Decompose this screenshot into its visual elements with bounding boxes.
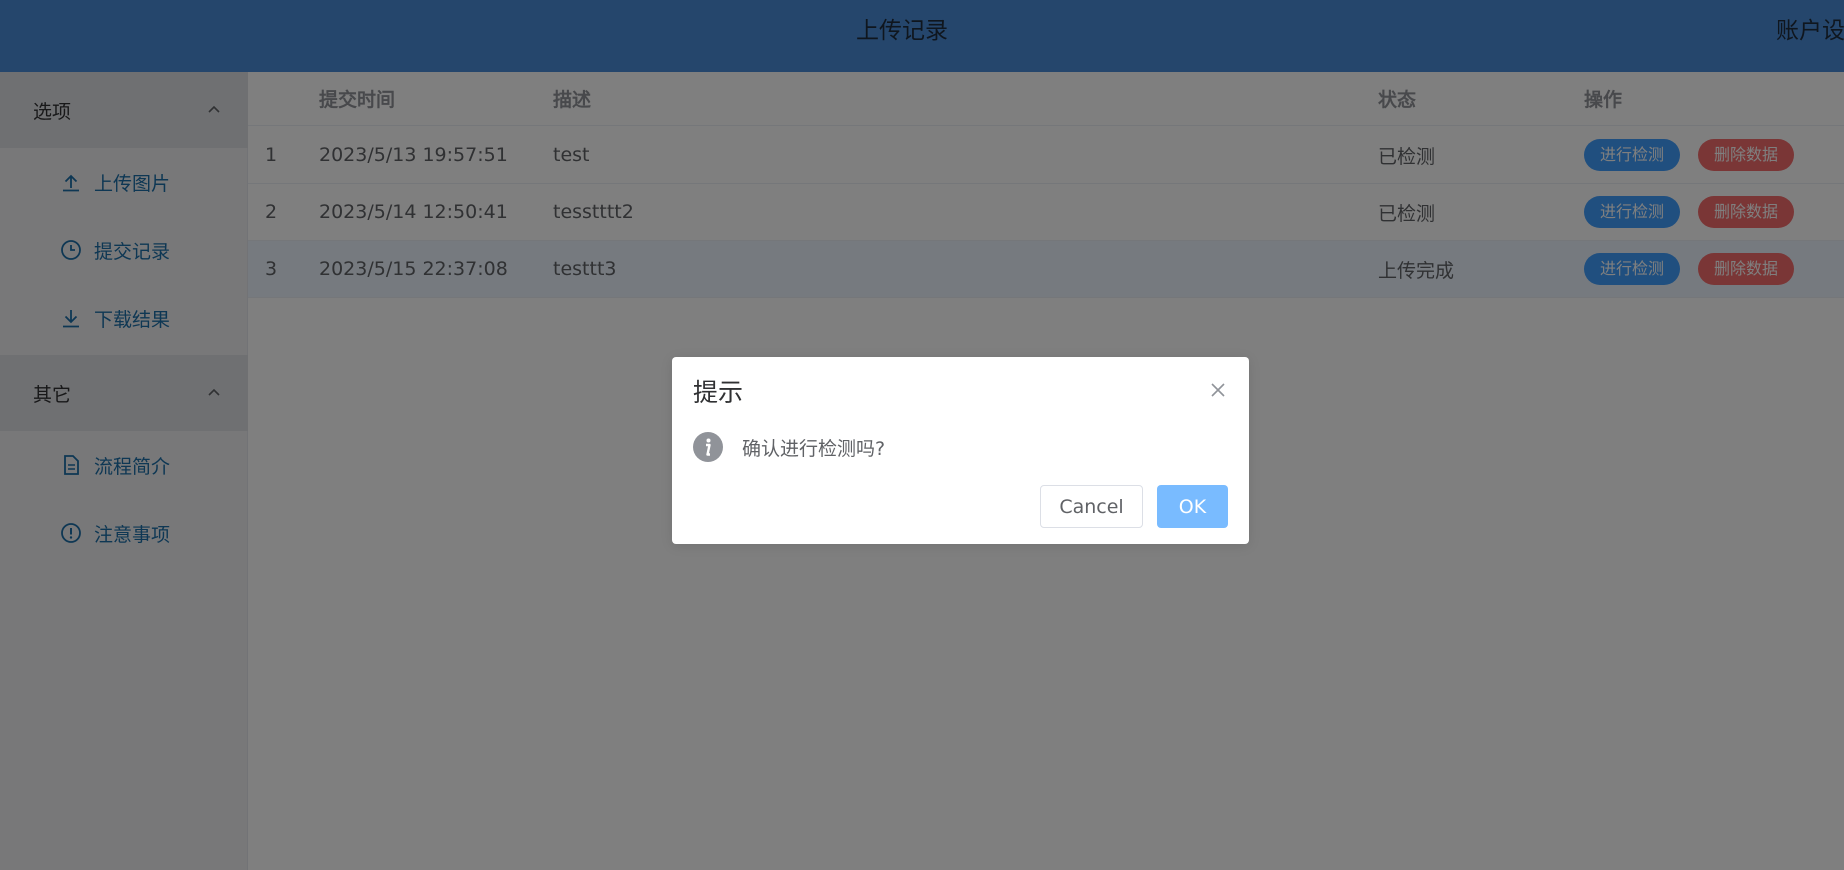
dialog-message: 确认进行检测吗? <box>742 437 886 460</box>
dialog-body: 确认进行检测吗? <box>693 432 885 462</box>
info-icon <box>693 432 723 462</box>
confirm-dialog: 提示 确认进行检测吗? Cancel OK <box>672 357 1249 544</box>
dialog-title: 提示 <box>693 378 744 407</box>
close-icon[interactable] <box>1208 380 1228 400</box>
ok-button[interactable]: OK <box>1157 485 1228 528</box>
cancel-button[interactable]: Cancel <box>1040 485 1143 528</box>
